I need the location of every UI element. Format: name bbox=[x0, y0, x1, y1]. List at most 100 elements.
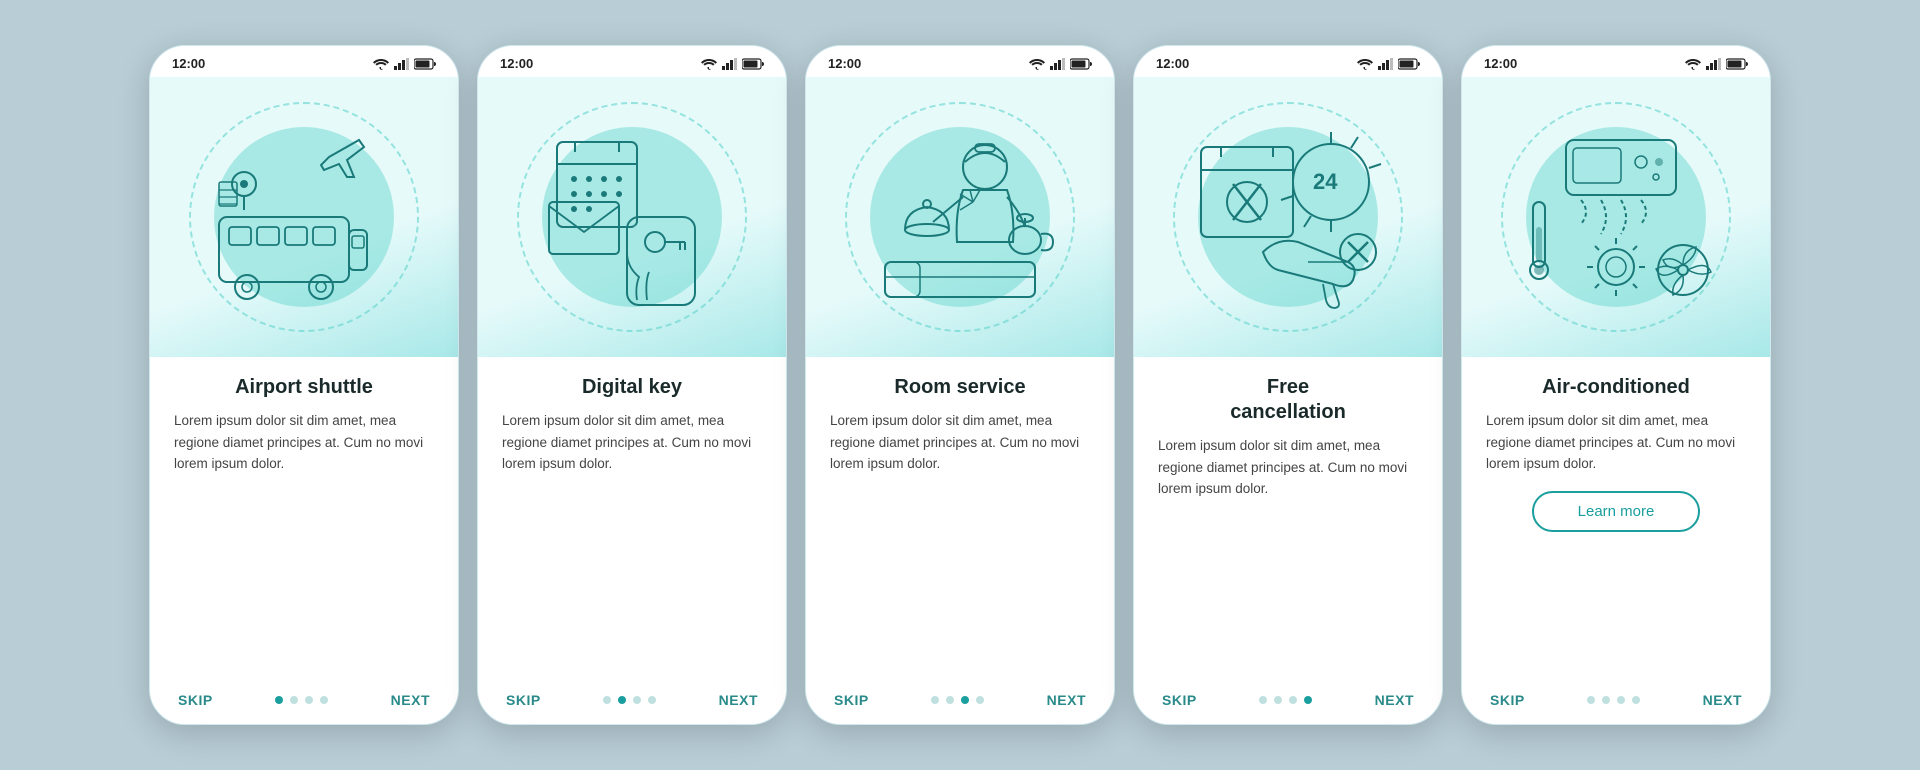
status-bar-3: 12:00 bbox=[806, 46, 1114, 77]
card-body-1: Lorem ipsum dolor sit dim amet, mea regi… bbox=[174, 410, 434, 475]
dots-4 bbox=[1259, 696, 1312, 704]
phone-frame-room-service: 12:00 bbox=[805, 45, 1115, 725]
dot-3-3 bbox=[961, 696, 969, 704]
status-time-5: 12:00 bbox=[1484, 56, 1517, 71]
dot-5-1 bbox=[1587, 696, 1595, 704]
dot-4-4 bbox=[1304, 696, 1312, 704]
status-time-3: 12:00 bbox=[828, 56, 861, 71]
dot-3-4 bbox=[976, 696, 984, 704]
skip-button-5[interactable]: SKIP bbox=[1490, 692, 1525, 708]
room-service-svg bbox=[855, 122, 1065, 312]
dot-3-1 bbox=[931, 696, 939, 704]
signal-icon-5 bbox=[1706, 58, 1721, 70]
dots-3 bbox=[931, 696, 984, 704]
status-bar-1: 12:00 bbox=[150, 46, 458, 77]
content-digital-key: Digital key Lorem ipsum dolor sit dim am… bbox=[478, 357, 786, 682]
dot-5-2 bbox=[1602, 696, 1610, 704]
next-button-1[interactable]: NEXT bbox=[391, 692, 430, 708]
dot-4-3 bbox=[1289, 696, 1297, 704]
dot-4-2 bbox=[1274, 696, 1282, 704]
wifi-icon-3 bbox=[1029, 58, 1045, 70]
signal-icon-1 bbox=[394, 58, 409, 70]
card-body-5: Lorem ipsum dolor sit dim amet, mea regi… bbox=[1486, 410, 1746, 475]
card-body-4: Lorem ipsum dolor sit dim amet, mea regi… bbox=[1158, 435, 1418, 500]
illustration-air-conditioned bbox=[1462, 77, 1770, 357]
dot-2-3 bbox=[633, 696, 641, 704]
illustration-room-service bbox=[806, 77, 1114, 357]
illustration-free-cancellation: 24 bbox=[1134, 77, 1442, 357]
dot-5-3 bbox=[1617, 696, 1625, 704]
dot-1-4 bbox=[320, 696, 328, 704]
dot-2-4 bbox=[648, 696, 656, 704]
skip-button-3[interactable]: SKIP bbox=[834, 692, 869, 708]
card-body-2: Lorem ipsum dolor sit dim amet, mea regi… bbox=[502, 410, 762, 475]
wifi-icon-1 bbox=[373, 58, 389, 70]
status-icons-5 bbox=[1685, 58, 1748, 70]
status-bar-4: 12:00 bbox=[1134, 46, 1442, 77]
status-time-4: 12:00 bbox=[1156, 56, 1189, 71]
skip-button-2[interactable]: SKIP bbox=[506, 692, 541, 708]
next-button-5[interactable]: NEXT bbox=[1703, 692, 1742, 708]
phone-frame-airport-shuttle: 12:00 bbox=[149, 45, 459, 725]
bottom-nav-2: SKIP NEXT bbox=[478, 682, 786, 724]
svg-text:24: 24 bbox=[1313, 169, 1338, 194]
status-icons-2 bbox=[701, 58, 764, 70]
illustration-airport-shuttle bbox=[150, 77, 458, 357]
skip-button-1[interactable]: SKIP bbox=[178, 692, 213, 708]
dot-5-4 bbox=[1632, 696, 1640, 704]
battery-icon-4 bbox=[1398, 58, 1420, 70]
bottom-nav-5: SKIP NEXT bbox=[1462, 682, 1770, 724]
card-body-3: Lorem ipsum dolor sit dim amet, mea regi… bbox=[830, 410, 1090, 475]
dot-4-1 bbox=[1259, 696, 1267, 704]
card-title-4: Free cancellation bbox=[1158, 375, 1418, 425]
dot-2-2 bbox=[618, 696, 626, 704]
battery-icon-5 bbox=[1726, 58, 1748, 70]
content-air-conditioned: Air-conditioned Lorem ipsum dolor sit di… bbox=[1462, 357, 1770, 682]
status-bar-5: 12:00 bbox=[1462, 46, 1770, 77]
card-title-3: Room service bbox=[830, 375, 1090, 400]
signal-icon-3 bbox=[1050, 58, 1065, 70]
dots-2 bbox=[603, 696, 656, 704]
air-conditioned-svg bbox=[1511, 122, 1721, 312]
dot-2-1 bbox=[603, 696, 611, 704]
wifi-icon-5 bbox=[1685, 58, 1701, 70]
wifi-icon-2 bbox=[701, 58, 717, 70]
status-time-2: 12:00 bbox=[500, 56, 533, 71]
screens-container: 12:00 bbox=[149, 45, 1771, 725]
dot-1-3 bbox=[305, 696, 313, 704]
illustration-digital-key bbox=[478, 77, 786, 357]
content-free-cancellation: Free cancellation Lorem ipsum dolor sit … bbox=[1134, 357, 1442, 682]
dots-1 bbox=[275, 696, 328, 704]
dot-1-2 bbox=[290, 696, 298, 704]
digital-key-svg bbox=[527, 122, 737, 312]
dots-5 bbox=[1587, 696, 1640, 704]
card-title-2: Digital key bbox=[502, 375, 762, 400]
bottom-nav-3: SKIP NEXT bbox=[806, 682, 1114, 724]
signal-icon-2 bbox=[722, 58, 737, 70]
status-icons-3 bbox=[1029, 58, 1092, 70]
battery-icon-1 bbox=[414, 58, 436, 70]
airport-shuttle-svg bbox=[199, 122, 409, 312]
dot-3-2 bbox=[946, 696, 954, 704]
dot-1-1 bbox=[275, 696, 283, 704]
content-airport-shuttle: Airport shuttle Lorem ipsum dolor sit di… bbox=[150, 357, 458, 682]
learn-more-button[interactable]: Learn more bbox=[1532, 491, 1701, 532]
phone-frame-air-conditioned: 12:00 bbox=[1461, 45, 1771, 725]
phone-frame-free-cancellation: 12:00 24 bbox=[1133, 45, 1443, 725]
card-title-1: Airport shuttle bbox=[174, 375, 434, 400]
content-room-service: Room service Lorem ipsum dolor sit dim a… bbox=[806, 357, 1114, 682]
status-time-1: 12:00 bbox=[172, 56, 205, 71]
skip-button-4[interactable]: SKIP bbox=[1162, 692, 1197, 708]
battery-icon-3 bbox=[1070, 58, 1092, 70]
bottom-nav-1: SKIP NEXT bbox=[150, 682, 458, 724]
bottom-nav-4: SKIP NEXT bbox=[1134, 682, 1442, 724]
wifi-icon-4 bbox=[1357, 58, 1373, 70]
next-button-4[interactable]: NEXT bbox=[1375, 692, 1414, 708]
signal-icon-4 bbox=[1378, 58, 1393, 70]
status-bar-2: 12:00 bbox=[478, 46, 786, 77]
card-title-5: Air-conditioned bbox=[1486, 375, 1746, 400]
next-button-2[interactable]: NEXT bbox=[719, 692, 758, 708]
next-button-3[interactable]: NEXT bbox=[1047, 692, 1086, 708]
phone-frame-digital-key: 12:00 bbox=[477, 45, 787, 725]
status-icons-1 bbox=[373, 58, 436, 70]
